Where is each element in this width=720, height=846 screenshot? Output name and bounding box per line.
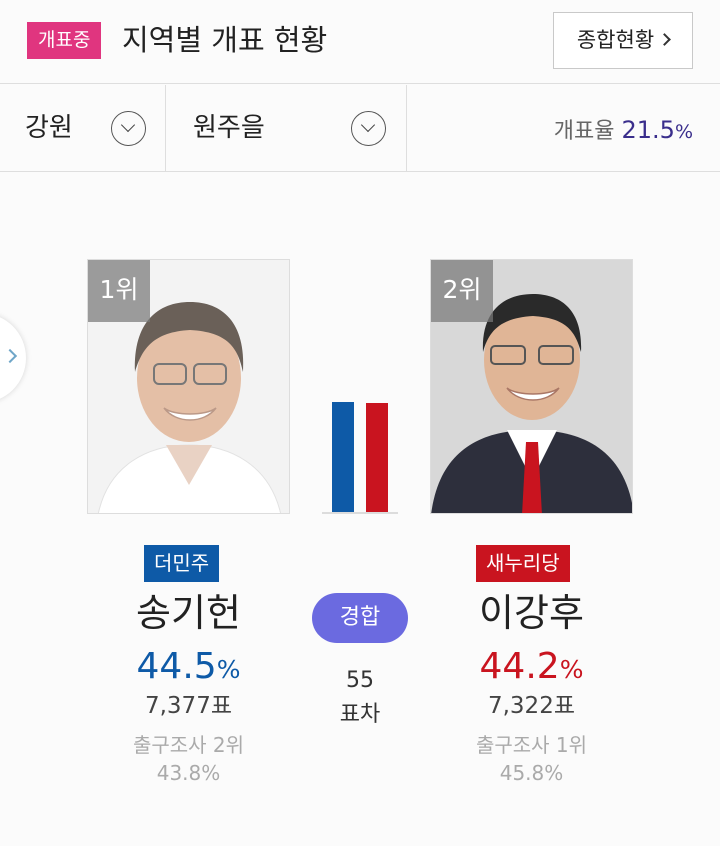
vote-bar-candidate-2 [366,402,388,512]
filter-bar: 강원 원주을 개표율 21.5% [0,85,720,172]
count-rate-value: 21.5 [621,116,675,144]
region-select-value: 강원 [25,113,73,143]
count-rate-label: 개표율 [553,119,615,144]
exit-poll-label: 출구조사 2위 [132,733,245,757]
candidate-2-votes: 7,322표 [487,693,575,719]
rank-badge: 2위 [431,260,493,322]
vote-margin-label: 표차 [339,702,381,727]
candidate-2-vote-share: 44.2% [430,644,633,693]
candidate-1-vote-share: 44.5% [87,644,290,693]
count-rate-unit: % [674,121,693,143]
party-badge-minjoo: 더민주 [144,545,220,582]
summary-button[interactable]: 종합현황 [553,12,693,69]
race-status-badge: 경합 [312,593,408,643]
region-select[interactable]: 강원 [0,85,166,171]
vote-share-unit: % [559,655,584,684]
chevron-right-icon [2,348,18,364]
summary-button-label: 종합현황 [576,28,655,52]
bar-baseline [322,512,398,514]
vote-share-value: 44.2 [479,646,560,687]
candidate-1-votes: 7,377표 [144,693,232,719]
page-title: 지역별 개표 현황 [122,23,328,57]
vote-share-value: 44.5 [136,646,217,687]
vote-bar-candidate-1 [332,402,354,512]
exit-poll-pct: 45.8% [499,761,564,785]
exit-poll-label: 출구조사 1위 [475,733,588,757]
chevron-down-circle-icon[interactable] [111,111,146,146]
top-header: 개표중 지역별 개표 현황 종합현황 [0,0,720,84]
vote-margin: 55 [346,668,374,693]
chevron-right-icon [658,32,672,46]
previous-district-button[interactable] [0,313,26,403]
live-count-badge: 개표중 [27,22,102,59]
district-select-value: 원주을 [193,113,265,143]
candidate-1-photo: 1위 [87,259,290,514]
candidate-2-photo: 2위 [430,259,633,514]
chevron-down-circle-icon[interactable] [351,111,386,146]
candidate-2-exit-poll: 출구조사 1위 45.8% [430,731,633,787]
vote-share-unit: % [216,655,241,684]
district-select[interactable]: 원주을 [166,85,407,171]
exit-poll-pct: 43.8% [156,761,221,785]
candidate-1-name: 송기헌 [136,591,241,635]
candidate-1-exit-poll: 출구조사 2위 43.8% [87,731,290,787]
candidate-2-name: 이강후 [479,591,584,635]
count-rate: 개표율 21.5% [554,113,693,149]
vote-share-bars [322,392,398,514]
rank-badge: 1위 [88,260,150,322]
party-badge-saenuri: 새누리당 [476,545,570,582]
